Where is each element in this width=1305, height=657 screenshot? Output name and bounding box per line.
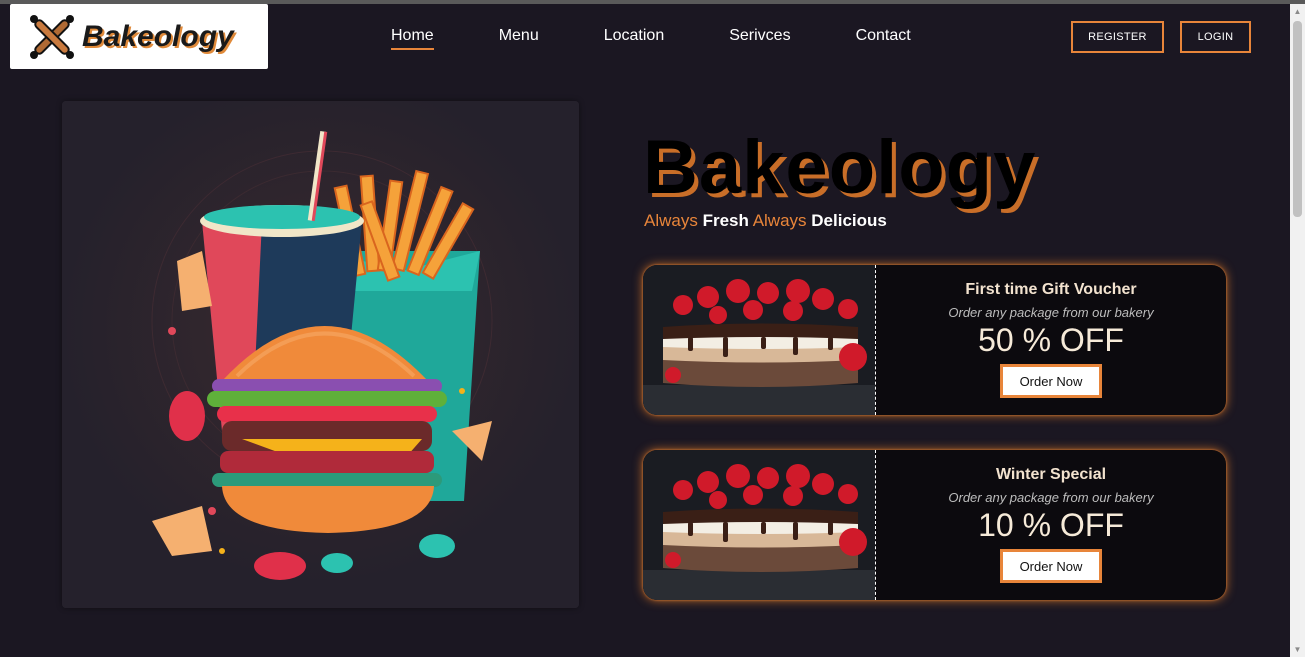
scroll-up-arrow-icon[interactable]: ▲	[1290, 4, 1305, 19]
order-now-button[interactable]: Order Now	[1000, 549, 1102, 583]
offer-card-body: Winter Special Order any package from ou…	[876, 450, 1226, 600]
offer-card-body: First time Gift Voucher Order any packag…	[876, 265, 1226, 415]
nav-location[interactable]: Location	[604, 27, 665, 50]
brand-logo-text: Bakeology	[82, 19, 234, 53]
offer-title: First time Gift Voucher	[965, 281, 1137, 298]
scroll-down-arrow-icon[interactable]: ▼	[1290, 642, 1305, 657]
offer-card: Winter Special Order any package from ou…	[643, 450, 1226, 600]
hero-food-illustration	[62, 101, 579, 608]
tagline-word: Fresh	[702, 211, 749, 230]
main-nav: Home Menu Location Serivces Contact	[391, 27, 911, 50]
offer-card: First time Gift Voucher Order any packag…	[643, 265, 1226, 415]
brand-logo[interactable]: Bakeology	[10, 4, 268, 69]
nav-services[interactable]: Serivces	[729, 27, 790, 50]
login-button[interactable]: LOGIN	[1180, 21, 1251, 53]
nav-contact[interactable]: Contact	[856, 27, 911, 50]
tagline-word: Always	[752, 211, 807, 230]
nav-home[interactable]: Home	[391, 27, 434, 50]
offer-title: Winter Special	[995, 466, 1107, 483]
nav-menu[interactable]: Menu	[499, 27, 539, 50]
offer-discount: 10 % OFF	[978, 507, 1124, 543]
offer-subtitle: Order any package from our bakery	[948, 490, 1154, 505]
cheesecake-photo	[643, 450, 875, 600]
register-button[interactable]: REGISTER	[1071, 21, 1164, 53]
rolling-pin-whisk-icon	[30, 14, 74, 59]
hero-title: Bakeology	[643, 125, 1037, 210]
cheesecake-photo	[643, 265, 875, 415]
page-scrollbar[interactable]: ▲ ▼	[1290, 4, 1305, 657]
tagline-word: Always	[644, 211, 698, 230]
offer-subtitle: Order any package from our bakery	[948, 305, 1154, 320]
hero-tagline: Always Fresh Always Delicious	[644, 211, 887, 231]
order-now-button[interactable]: Order Now	[1000, 364, 1102, 398]
scroll-thumb[interactable]	[1293, 21, 1302, 217]
tagline-word: Delicious	[811, 211, 887, 230]
offer-discount: 50 % OFF	[978, 322, 1124, 358]
